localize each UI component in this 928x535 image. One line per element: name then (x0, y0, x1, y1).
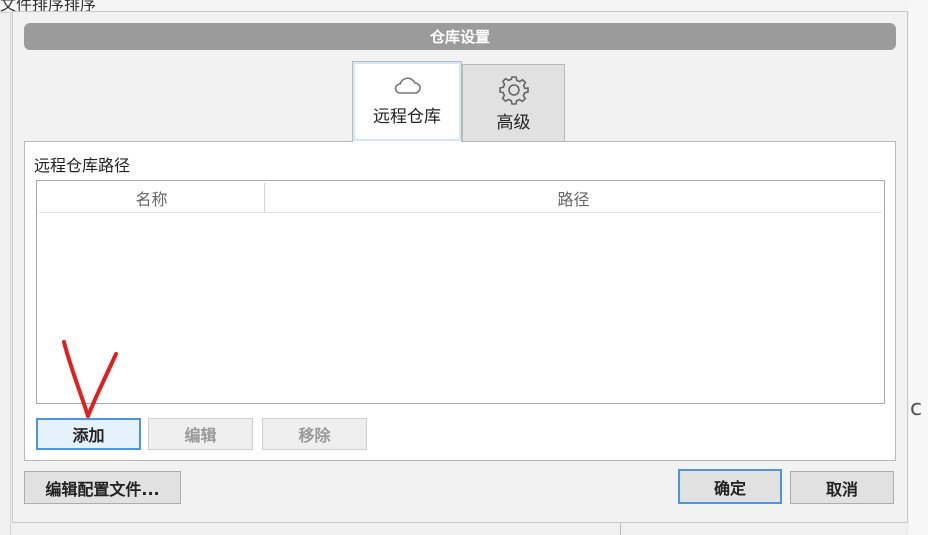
remote-repository-path-label: 远程仓库路径 (34, 156, 131, 175)
remote-repository-panel: 远程仓库路径 名称 路径 添加 编辑 移除 (24, 141, 896, 461)
ok-button[interactable]: 确定 (678, 469, 782, 504)
background-divider (10, 12, 11, 535)
remove-button[interactable]: 移除 (262, 418, 367, 450)
tab-advanced-label: 高级 (496, 113, 531, 133)
dialog-title[interactable]: 仓库设置 (24, 23, 896, 50)
tab-remote-label: 远程仓库 (373, 107, 441, 127)
column-header-name[interactable]: 名称 (39, 183, 265, 212)
cancel-button[interactable]: 取消 (790, 471, 894, 504)
background-right-pane (909, 0, 928, 535)
tab-advanced[interactable]: 高级 (462, 64, 565, 141)
remote-repository-table[interactable]: 名称 路径 (36, 180, 885, 404)
cloud-icon (394, 77, 421, 94)
edit-config-file-button[interactable]: 编辑配置文件... (24, 471, 181, 504)
edit-button[interactable]: 编辑 (148, 418, 253, 450)
table-header: 名称 路径 (39, 183, 882, 213)
gear-icon (498, 76, 529, 105)
tab-remote-repository[interactable]: 远程仓库 (352, 61, 462, 142)
add-button[interactable]: 添加 (36, 418, 141, 450)
background-right-text: c (910, 396, 923, 421)
column-header-path[interactable]: 路径 (265, 183, 882, 212)
repository-settings-dialog: 仓库设置 远程仓库 高级 远程仓库路径 名称 路径 添加 编辑 移除 编辑配置文… (12, 11, 908, 523)
